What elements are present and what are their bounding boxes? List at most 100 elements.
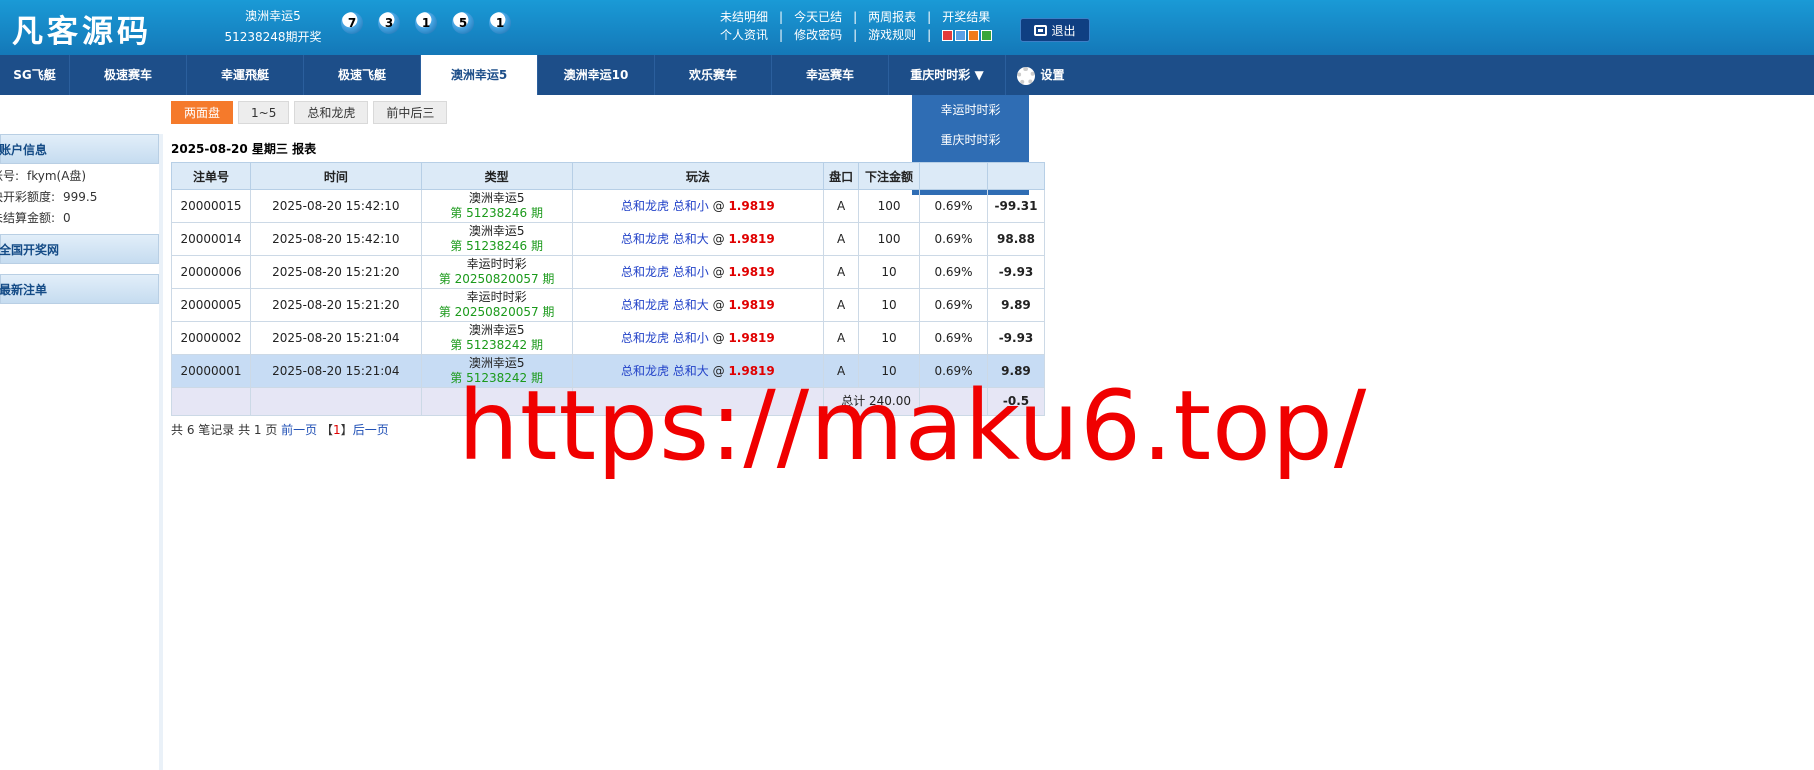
link-two-week-report[interactable]: 两周报表	[868, 8, 916, 26]
at-sign: @	[712, 198, 725, 213]
bet-amount: 10	[858, 288, 921, 322]
unsettled-row: 未结算金额: 0	[0, 208, 159, 229]
pager-open-bracket: 【	[321, 423, 334, 437]
subtab-1-5[interactable]: 1~5	[238, 101, 290, 124]
bet-result: -9.93	[986, 321, 1046, 355]
next-page-link[interactable]: 后一页	[353, 423, 389, 437]
at-sign: @	[712, 264, 725, 279]
tab-aozhou-xingyun10[interactable]: 澳洲幸运10	[538, 55, 655, 95]
account-label: 账号:	[0, 169, 20, 183]
credit-row: 快开彩额度: 999.5	[0, 187, 159, 208]
bet-rebate: 0.69%	[919, 288, 988, 322]
bet-id: 20000005	[171, 288, 251, 322]
bet-play-name: 总和龙虎 总和大	[620, 231, 709, 246]
gear-icon	[1017, 66, 1036, 85]
bet-pan: A	[823, 189, 860, 223]
subtab-liangmian[interactable]: 两面盘	[171, 101, 234, 124]
tab-aozhou-xingyun5[interactable]: 澳洲幸运5	[421, 55, 538, 95]
bet-type: 幸运时时彩第 20250820057 期	[420, 288, 573, 322]
logout-button[interactable]: 退出	[1020, 18, 1090, 42]
report-title: 2025-08-20 星期三 报表	[171, 142, 317, 156]
bet-time: 2025-08-20 15:21:20	[249, 288, 422, 322]
subtab-qianzhonghou[interactable]: 前中后三	[373, 101, 448, 124]
bet-result: -99.31	[986, 189, 1046, 223]
bet-amount: 100	[858, 189, 921, 223]
settings-label: 设置	[1040, 68, 1065, 82]
col-rebate	[919, 162, 988, 190]
current-page[interactable]: 1	[333, 423, 341, 437]
bet-id: 20000001	[171, 354, 251, 388]
bet-pan: A	[823, 222, 860, 256]
bet-issue: 第 51238246 期	[450, 239, 543, 253]
result-ball: 5	[452, 12, 474, 34]
tab-huanle-saiche[interactable]: 欢乐赛车	[655, 55, 772, 95]
unsettled-label: 未结算金额:	[0, 211, 56, 225]
link-draw-results[interactable]: 开奖结果	[942, 8, 990, 26]
skin-orange[interactable]	[968, 29, 980, 41]
bet-lottery-name: 幸运时时彩	[466, 257, 527, 271]
latest-bets-link[interactable]: 最新注单	[0, 274, 159, 304]
result-ball: 1	[415, 12, 437, 34]
bet-play-name: 总和龙虎 总和小	[620, 330, 709, 345]
link-unsettled[interactable]: 未结明细	[720, 8, 768, 26]
tab-xingyun-feiting[interactable]: 幸運飛艇	[187, 55, 304, 95]
bet-rebate: 0.69%	[919, 321, 988, 355]
col-pan: 盘口	[823, 162, 860, 190]
menu-item-chongqing-ssc[interactable]: 重庆时时彩	[912, 127, 1029, 157]
table-header-row: 注单号 时间 类型 玩法 盘口 下注金额	[171, 162, 1046, 190]
tab-settings[interactable]: 设置	[1006, 55, 1076, 95]
bet-amount: 10	[858, 255, 921, 289]
tab-xingyun-saiche[interactable]: 幸运赛车	[772, 55, 889, 95]
unsettled-value: 0	[63, 211, 71, 225]
bet-result: 98.88	[986, 222, 1046, 256]
tab-jisu-saiche[interactable]: 极速赛车	[70, 55, 187, 95]
link-profile[interactable]: 个人资讯	[720, 26, 768, 44]
tab-jisu-feiting[interactable]: 极速飞艇	[304, 55, 421, 95]
bet-play: 总和龙虎 总和小 @ 1.9819	[571, 189, 825, 223]
top-header: 凡客源码 澳洲幸运5 51238248期开奖 7 3 1 5 1 未结明细 | 今…	[0, 0, 1814, 55]
link-change-password[interactable]: 修改密码	[794, 26, 842, 44]
skin-red[interactable]	[942, 29, 954, 41]
bet-type: 幸运时时彩第 20250820057 期	[420, 255, 573, 289]
bet-lottery-name: 澳洲幸运5	[468, 356, 525, 370]
bet-play-name: 总和龙虎 总和大	[620, 297, 709, 312]
link-today-settled[interactable]: 今天已结	[794, 8, 842, 26]
prev-page-link[interactable]: 前一页	[281, 423, 317, 437]
bet-time: 2025-08-20 15:21:20	[249, 255, 422, 289]
national-lottery-link[interactable]: 全国开奖网	[0, 234, 159, 264]
bet-issue: 第 20250820057 期	[438, 272, 555, 286]
subtab-zonghe-longhu[interactable]: 总和龙虎	[294, 101, 369, 124]
bet-result: 9.89	[986, 288, 1046, 322]
bet-play-name: 总和龙虎 总和小	[620, 264, 709, 279]
col-type: 类型	[420, 162, 573, 190]
result-ball: 1	[489, 12, 511, 34]
table-row: 20000002 2025-08-20 15:21:04 澳洲幸运5 第 512382…	[171, 321, 1046, 355]
pager-close-bracket: 】	[340, 423, 353, 437]
bet-rebate: 0.69%	[919, 222, 988, 256]
bet-issue: 第 51238242 期	[450, 338, 543, 352]
bet-play: 总和龙虎 总和大 @ 1.9819	[571, 222, 825, 256]
tab-chongqing-ssc[interactable]: 重庆时时彩 ▼	[889, 55, 1006, 95]
link-game-rules[interactable]: 游戏规则	[868, 26, 916, 44]
tab-sg-feiting[interactable]: SG飞艇	[0, 55, 70, 95]
bet-time: 2025-08-20 15:21:04	[249, 354, 422, 388]
bet-type: 澳洲幸运5 第 51238242 期	[420, 321, 573, 355]
col-bet-id: 注单号	[171, 162, 251, 190]
skin-green[interactable]	[981, 29, 993, 41]
bet-type: 澳洲幸运5 第 51238246 期	[420, 222, 573, 256]
pager-summary: 共 6 笔记录 共 1 页	[171, 423, 278, 437]
logout-icon	[1034, 24, 1048, 36]
menu-item-xingyun-ssc[interactable]: 幸运时时彩	[912, 97, 1029, 127]
credit-value: 999.5	[63, 190, 98, 204]
bet-id: 20000014	[171, 222, 251, 256]
bet-time: 2025-08-20 15:42:10	[249, 222, 422, 256]
bet-id: 20000006	[171, 255, 251, 289]
game-nav: SG飞艇 极速赛车 幸運飛艇 极速飞艇 澳洲幸运5 澳洲幸运10 欢乐赛车 幸运…	[0, 55, 1814, 95]
account-info-header[interactable]: 账户信息	[0, 134, 159, 164]
credit-label: 快开彩额度:	[0, 190, 56, 204]
current-lottery-info: 澳洲幸运5 51238248期开奖	[218, 6, 328, 48]
bet-pan: A	[823, 321, 860, 355]
skin-blue[interactable]	[955, 29, 967, 41]
account-value: fkym(A盘)	[27, 169, 87, 183]
top-links: 未结明细 | 今天已结 | 两周报表 | 开奖结果 个人资讯 | 修改密码 | 游戏规则 |	[720, 8, 993, 44]
